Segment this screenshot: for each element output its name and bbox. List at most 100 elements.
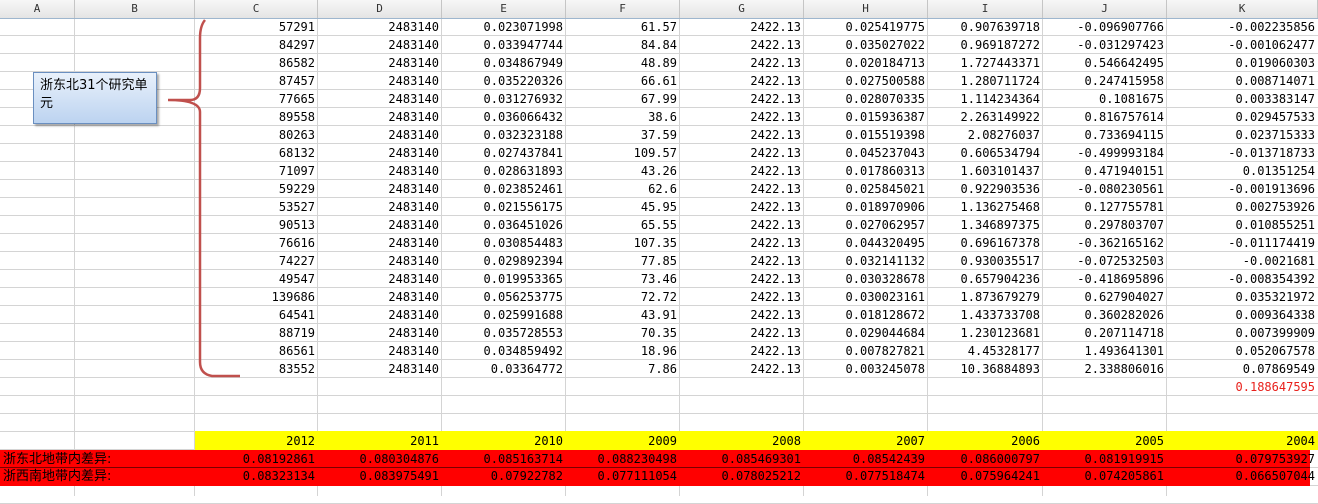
- table-cell[interactable]: 0.030023161: [804, 288, 928, 306]
- table-cell[interactable]: 2483140: [318, 108, 442, 126]
- summary-cell[interactable]: 0.074205861: [1043, 468, 1167, 485]
- column-header-g[interactable]: G: [680, 0, 804, 18]
- table-cell[interactable]: 84.84: [566, 36, 680, 54]
- table-cell[interactable]: 2483140: [318, 54, 442, 72]
- table-cell[interactable]: 2483140: [318, 270, 442, 288]
- table-cell[interactable]: -0.002235856: [1167, 18, 1318, 36]
- column-header-j[interactable]: J: [1043, 0, 1167, 18]
- summary-cell[interactable]: 0.077518474: [804, 468, 928, 485]
- table-cell[interactable]: 0.056253775: [442, 288, 566, 306]
- table-cell[interactable]: 0.035027022: [804, 36, 928, 54]
- year-header-cell[interactable]: 2006: [928, 432, 1043, 450]
- table-cell[interactable]: 1.727443371: [928, 54, 1043, 72]
- table-cell[interactable]: 0.07869549: [1167, 360, 1318, 378]
- table-cell[interactable]: 0.028070335: [804, 90, 928, 108]
- summary-cell[interactable]: 0.085163714: [442, 451, 566, 468]
- table-cell[interactable]: 0.030854483: [442, 234, 566, 252]
- total-cell[interactable]: 0.188647595: [1167, 378, 1318, 396]
- table-cell[interactable]: 1.230123681: [928, 324, 1043, 342]
- column-header-b[interactable]: B: [75, 0, 195, 18]
- table-cell[interactable]: 0.907639718: [928, 18, 1043, 36]
- table-cell[interactable]: 2422.13: [680, 270, 804, 288]
- table-cell[interactable]: 2483140: [318, 162, 442, 180]
- table-cell[interactable]: 10.36884893: [928, 360, 1043, 378]
- year-header-cell[interactable]: 2009: [566, 432, 680, 450]
- table-cell[interactable]: 2422.13: [680, 324, 804, 342]
- table-cell[interactable]: 2483140: [318, 252, 442, 270]
- table-cell[interactable]: -0.013718733: [1167, 144, 1318, 162]
- table-cell[interactable]: 1.433733708: [928, 306, 1043, 324]
- table-cell[interactable]: -0.008354392: [1167, 270, 1318, 288]
- column-header-d[interactable]: D: [318, 0, 442, 18]
- table-cell[interactable]: 2422.13: [680, 126, 804, 144]
- table-cell[interactable]: 0.546642495: [1043, 54, 1167, 72]
- table-cell[interactable]: 0.029044684: [804, 324, 928, 342]
- table-cell[interactable]: 37.59: [566, 126, 680, 144]
- table-cell[interactable]: 0.969187272: [928, 36, 1043, 54]
- table-cell[interactable]: 73.46: [566, 270, 680, 288]
- table-cell[interactable]: 0.922903536: [928, 180, 1043, 198]
- summary-cell[interactable]: 0.083975491: [318, 468, 442, 485]
- table-cell[interactable]: 2.338806016: [1043, 360, 1167, 378]
- table-cell[interactable]: 0.015936387: [804, 108, 928, 126]
- column-header-e[interactable]: E: [442, 0, 566, 18]
- table-cell[interactable]: 0.023715333: [1167, 126, 1318, 144]
- summary-cell[interactable]: 0.086000797: [928, 451, 1043, 468]
- summary-cell[interactable]: 0.081919915: [1043, 451, 1167, 468]
- table-cell[interactable]: 0.032141132: [804, 252, 928, 270]
- table-cell[interactable]: 2422.13: [680, 198, 804, 216]
- table-cell[interactable]: 1.346897375: [928, 216, 1043, 234]
- table-cell[interactable]: 0.247415958: [1043, 72, 1167, 90]
- table-cell[interactable]: 0.816757614: [1043, 108, 1167, 126]
- table-cell[interactable]: 38.6: [566, 108, 680, 126]
- table-cell[interactable]: 0.017860313: [804, 162, 928, 180]
- summary-cell[interactable]: 0.08323134: [195, 468, 318, 485]
- table-cell[interactable]: 0.020184713: [804, 54, 928, 72]
- table-cell[interactable]: 1.114234364: [928, 90, 1043, 108]
- table-cell[interactable]: 2483140: [318, 216, 442, 234]
- year-header-cell[interactable]: 2008: [680, 432, 804, 450]
- table-cell[interactable]: 1.493641301: [1043, 342, 1167, 360]
- summary-cell[interactable]: 0.080304876: [318, 451, 442, 468]
- table-cell[interactable]: -0.418695896: [1043, 270, 1167, 288]
- table-cell[interactable]: 1.280711724: [928, 72, 1043, 90]
- table-cell[interactable]: 2422.13: [680, 306, 804, 324]
- table-cell[interactable]: 18.96: [566, 342, 680, 360]
- table-cell[interactable]: 0.010855251: [1167, 216, 1318, 234]
- table-cell[interactable]: 2422.13: [680, 144, 804, 162]
- table-cell[interactable]: 0.045237043: [804, 144, 928, 162]
- table-cell[interactable]: 2422.13: [680, 288, 804, 306]
- table-cell[interactable]: 0.032323188: [442, 126, 566, 144]
- table-cell[interactable]: 2483140: [318, 306, 442, 324]
- table-cell[interactable]: 7.86: [566, 360, 680, 378]
- table-cell[interactable]: 2422.13: [680, 234, 804, 252]
- table-cell[interactable]: 0.035220326: [442, 72, 566, 90]
- table-cell[interactable]: 2422.13: [680, 36, 804, 54]
- table-cell[interactable]: 0.035728553: [442, 324, 566, 342]
- table-cell[interactable]: 0.033947744: [442, 36, 566, 54]
- comment-note[interactable]: 浙东北31个研究单元: [33, 72, 157, 124]
- summary-cell[interactable]: 0.077111054: [566, 468, 680, 485]
- table-cell[interactable]: 0.696167378: [928, 234, 1043, 252]
- table-cell[interactable]: 2422.13: [680, 162, 804, 180]
- table-cell[interactable]: 0.1081675: [1043, 90, 1167, 108]
- table-cell[interactable]: 2422.13: [680, 342, 804, 360]
- table-cell[interactable]: 0.733694115: [1043, 126, 1167, 144]
- table-cell[interactable]: 0.025845021: [804, 180, 928, 198]
- summary-cell[interactable]: 0.078025212: [680, 468, 804, 485]
- table-cell[interactable]: 109.57: [566, 144, 680, 162]
- summary-cell[interactable]: 0.08192861: [195, 451, 318, 468]
- year-header-cell[interactable]: 2010: [442, 432, 566, 450]
- summary-cell[interactable]: 0.085469301: [680, 451, 804, 468]
- table-cell[interactable]: 0.019953365: [442, 270, 566, 288]
- table-cell[interactable]: 77.85: [566, 252, 680, 270]
- table-cell[interactable]: 0.019060303: [1167, 54, 1318, 72]
- table-cell[interactable]: 0.027062957: [804, 216, 928, 234]
- table-cell[interactable]: 0.023852461: [442, 180, 566, 198]
- column-header-k[interactable]: K: [1167, 0, 1318, 18]
- table-cell[interactable]: 0.01351254: [1167, 162, 1318, 180]
- table-cell[interactable]: 2483140: [318, 234, 442, 252]
- summary-row-label[interactable]: 浙西南地带内差异:: [3, 468, 111, 485]
- table-cell[interactable]: 0.003245078: [804, 360, 928, 378]
- table-cell[interactable]: 48.89: [566, 54, 680, 72]
